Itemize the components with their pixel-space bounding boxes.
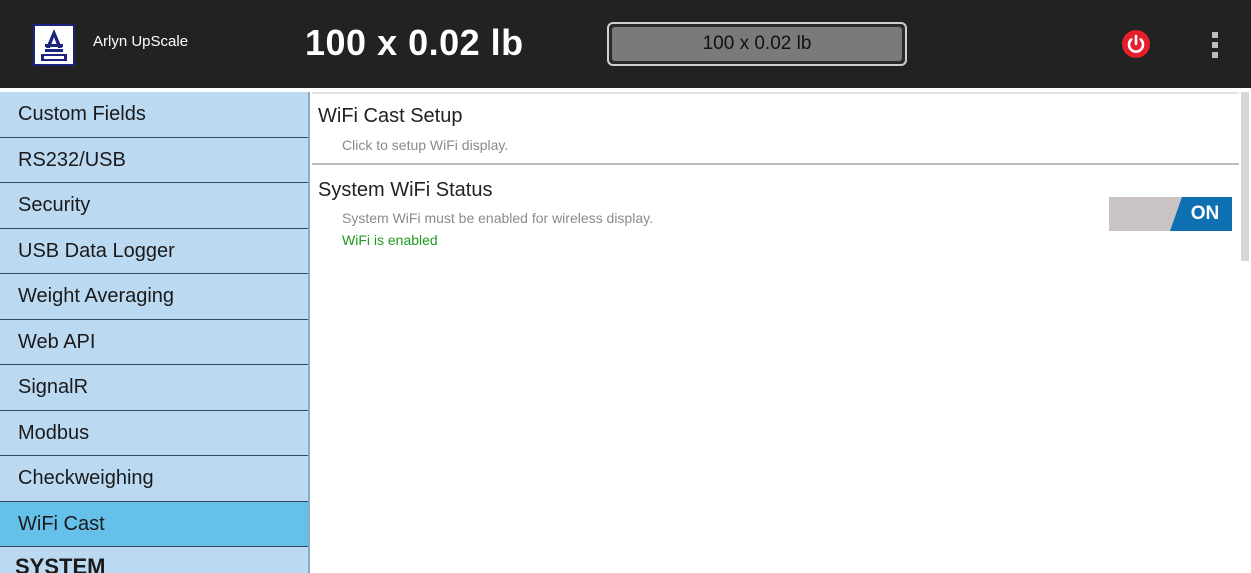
preference-list: WiFi Cast Setup Click to setup WiFi disp…: [312, 92, 1239, 261]
top-bar: Arlyn UpScale 100 x 0.02 lb 100 x 0.02 l…: [0, 0, 1251, 88]
power-icon: [1127, 34, 1145, 53]
system-wifi-status-title: System WiFi Status: [318, 179, 493, 201]
settings-detail-pane: WiFi Cast Setup Click to setup WiFi disp…: [312, 92, 1251, 573]
sidebar-item-checkweighing[interactable]: Checkweighing: [0, 456, 308, 502]
power-button[interactable]: [1122, 30, 1150, 58]
sidebar-section-system: SYSTEM: [15, 554, 106, 573]
toggle-on-label: ON: [1170, 197, 1232, 231]
system-wifi-status-item: System WiFi Status System WiFi must be e…: [312, 165, 1239, 261]
scrollbar[interactable]: [1241, 92, 1249, 261]
wifi-cast-setup-title: WiFi Cast Setup: [318, 105, 463, 127]
wifi-status-text: WiFi is enabled: [342, 232, 438, 248]
weight-readout-box: 100 x 0.02 lb: [607, 22, 907, 66]
system-wifi-status-summary: System WiFi must be enabled for wireless…: [342, 210, 653, 226]
sidebar-item-signalr[interactable]: SignalR: [0, 365, 308, 411]
sidebar-item-web-api[interactable]: Web API: [0, 320, 308, 365]
arlyn-logo-icon: [33, 24, 75, 66]
wifi-cast-setup-summary: Click to setup WiFi display.: [342, 137, 509, 153]
sidebar-item-weight-averaging[interactable]: Weight Averaging: [0, 274, 308, 320]
sidebar-item-usb-data-logger[interactable]: USB Data Logger: [0, 229, 308, 274]
settings-sidebar: Custom Fields RS232/USB Security USB Dat…: [0, 92, 310, 573]
app-name: Arlyn UpScale: [93, 33, 189, 50]
sidebar-item-custom-fields[interactable]: Custom Fields: [0, 92, 308, 138]
sidebar-item-security[interactable]: Security: [0, 183, 308, 229]
weight-display: 100 x 0.02 lb: [305, 22, 524, 63]
wifi-cast-setup-item[interactable]: WiFi Cast Setup Click to setup WiFi disp…: [312, 92, 1239, 163]
weight-readout-text: 100 x 0.02 lb: [612, 27, 902, 61]
system-wifi-toggle[interactable]: ON: [1109, 197, 1232, 231]
sidebar-item-modbus[interactable]: Modbus: [0, 411, 308, 456]
overflow-menu-button[interactable]: [1205, 30, 1225, 60]
sidebar-item-wifi-cast[interactable]: WiFi Cast: [0, 501, 308, 547]
sidebar-item-rs232-usb[interactable]: RS232/USB: [0, 138, 308, 183]
overflow-menu-icon: [1212, 32, 1218, 38]
